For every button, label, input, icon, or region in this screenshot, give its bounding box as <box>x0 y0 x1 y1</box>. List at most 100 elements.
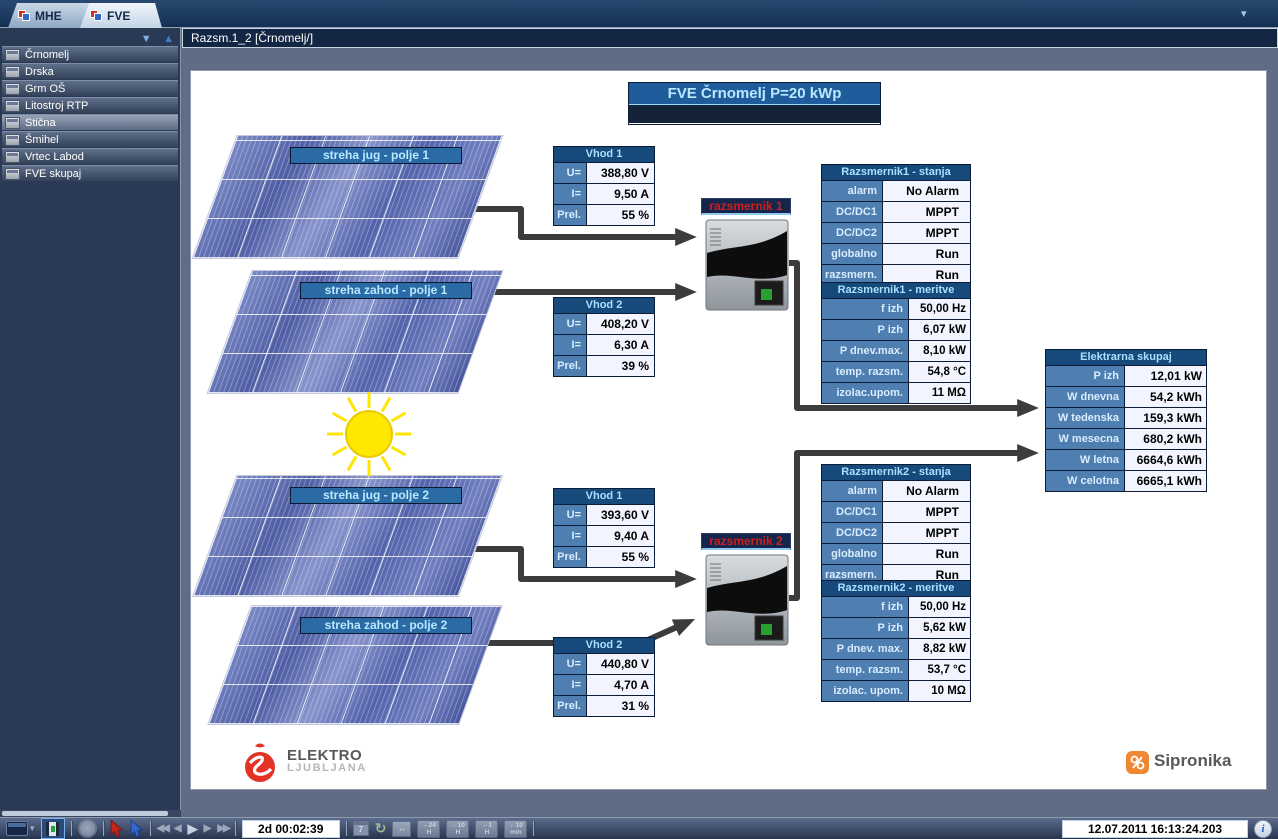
window-dropdown-icon[interactable]: ▾ <box>1241 7 1247 20</box>
history-prev-button[interactable]: ◀ <box>174 823 182 834</box>
panel-label-1: streha jug - polje 1 <box>290 147 462 164</box>
sidebar-item-fve-skupaj[interactable]: FVE skupaj <box>2 165 178 181</box>
row-value: 408,20 V <box>587 314 654 334</box>
scroll-up-icon[interactable]: ▲ <box>163 33 174 45</box>
step-back-10min-button[interactable]: ←10 min <box>504 820 527 838</box>
row-label: W letna <box>1046 450 1125 470</box>
row-label: P izh <box>822 618 909 638</box>
sipronika-logo-text: Sipronika <box>1154 751 1231 771</box>
history-rewind-button[interactable]: ◀◀ <box>157 823 168 834</box>
row-label: W celotna <box>1046 471 1125 491</box>
row-label: DC/DC1 <box>822 202 883 222</box>
animation-toggle-button[interactable] <box>41 818 65 839</box>
history-ffwd-button[interactable]: ▶▶ <box>217 823 228 834</box>
row-value: MPPT <box>883 202 970 222</box>
elektro-ljubljana-logo-icon <box>239 742 281 786</box>
screen-icon <box>5 168 20 180</box>
vhod1-table-inv1: Vhod 1 U=388,80 V I=9,50 A Prel.55 % <box>553 146 655 226</box>
row-value: Run <box>883 544 970 564</box>
vhod1-table-inv2: Vhod 1 U=393,60 V I=9,40 A Prel.55 % <box>553 488 655 568</box>
tab-label: MHE <box>35 9 62 23</box>
vhod2-table-inv1: Vhod 2 U=408,20 V I=6,30 A Prel.39 % <box>553 297 655 377</box>
row-value: 8,10 kW <box>909 341 970 361</box>
row-label: P dnev. max. <box>822 639 909 659</box>
toolbar-separator <box>235 821 236 836</box>
screen-icon <box>5 100 20 112</box>
clock-icon <box>78 819 97 838</box>
row-label: I= <box>554 526 587 546</box>
sidebar-item-litostroj-rtp[interactable]: Litostroj RTP <box>2 97 178 113</box>
row-value: 6,07 kW <box>909 320 970 340</box>
row-value: MPPT <box>883 223 970 243</box>
alarm-cursor-button[interactable] <box>110 820 124 837</box>
sidebar-hscrollbar[interactable] <box>0 810 181 817</box>
row-label: DC/DC2 <box>822 223 883 243</box>
toolbar-separator <box>533 821 534 836</box>
row-value: 55 % <box>587 205 654 225</box>
step-back-10h-button[interactable]: ←10 H <box>446 820 469 838</box>
select-cursor-button[interactable] <box>130 820 144 837</box>
step-button-bottom: min <box>510 829 522 836</box>
scroll-down-icon[interactable]: ▼ <box>141 33 152 45</box>
step-back-24h-button[interactable]: ←24 H <box>417 820 440 838</box>
sidebar-item-sticna[interactable]: Stična <box>2 114 178 130</box>
sidebar-item-smihel[interactable]: Šmihel <box>2 131 178 147</box>
row-label: izolac.upom. <box>822 383 909 403</box>
row-label: temp. razsm. <box>822 660 909 680</box>
row-value: 31 % <box>587 696 654 716</box>
toolbar-separator <box>150 821 151 836</box>
row-value: 440,80 V <box>587 654 654 674</box>
inverter-2-label: razsmernik 2 <box>701 533 791 550</box>
row-value: 12,01 kW <box>1125 366 1206 386</box>
row-label: W dnevna <box>1046 387 1125 407</box>
history-play-button[interactable]: ▶ <box>188 821 198 837</box>
row-label: Prel. <box>554 696 587 716</box>
toolbar-separator <box>71 821 72 836</box>
sidebar-item-grm-os[interactable]: Grm OŠ <box>2 80 178 96</box>
panel-label-4: streha zahod - polje 2 <box>300 617 472 634</box>
row-label: f izh <box>822 597 909 617</box>
row-value: 53,7 °C <box>909 660 970 680</box>
inverter1-measure-table: Razsmernik1 - meritve f izh50,00 Hz P iz… <box>821 282 971 404</box>
screens-menu-button[interactable]: ▾ <box>6 821 35 836</box>
tab-fve[interactable]: FVE <box>80 3 162 28</box>
screen-icon <box>5 49 20 61</box>
calendar-button[interactable]: 7 <box>353 821 369 836</box>
row-value: 680,2 kWh <box>1125 429 1206 449</box>
row-value: 54,8 °C <box>909 362 970 382</box>
table-title: Elektrarna skupaj <box>1046 350 1206 365</box>
sidebar-scroll-arrows: ▼ ▲ <box>0 28 180 45</box>
time-offset-field[interactable]: 2d 00:02:39 <box>242 820 340 838</box>
view-title: Razsm.1_2 [Črnomelj/] <box>191 31 313 45</box>
row-value: 388,80 V <box>587 163 654 183</box>
row-label: U= <box>554 654 587 674</box>
row-label: Prel. <box>554 547 587 567</box>
row-value: 9,40 A <box>587 526 654 546</box>
current-datetime-field[interactable]: 12.07.2011 16:13:24.203 <box>1062 820 1248 838</box>
sidebar-item-drska[interactable]: Drska <box>2 63 178 79</box>
screen-icon <box>5 151 20 163</box>
table-title: Vhod 1 <box>554 489 654 504</box>
scrollbar-thumb[interactable] <box>2 811 168 816</box>
history-next-button[interactable]: ▶ <box>204 823 212 834</box>
clock-mode-button[interactable] <box>78 819 97 838</box>
refresh-button[interactable]: ↻ <box>375 820 387 837</box>
sidebar-item-vrtec-labod[interactable]: Vrtec Labod <box>2 148 178 164</box>
sipronika-logo-icon <box>1126 751 1149 774</box>
step-back-1h-button[interactable]: ←1 H <box>475 820 498 838</box>
panel-label-2: streha zahod - polje 1 <box>300 282 472 299</box>
toolbar-separator <box>346 821 347 836</box>
info-button[interactable]: i <box>1254 820 1272 838</box>
inverter1-status-table: Razsmernik1 - stanja alarmNo Alarm DC/DC… <box>821 164 971 286</box>
inverter2-status-table: Razsmernik2 - stanja alarmNo Alarm DC/DC… <box>821 464 971 586</box>
chevron-down-icon: ▾ <box>30 823 35 834</box>
scale-settings-button[interactable]: ↔ <box>392 821 411 837</box>
tab-bar: MHE FVE ▾ <box>0 0 1278 28</box>
plant-total-table: Elektrarna skupaj P izh12,01 kW W dnevna… <box>1045 349 1207 492</box>
sidebar-item-crnomelj[interactable]: Črnomelj <box>2 46 178 62</box>
row-value: 54,2 kWh <box>1125 387 1206 407</box>
row-label: globalno <box>822 244 883 264</box>
table-title: Vhod 2 <box>554 298 654 313</box>
row-value: No Alarm <box>883 181 970 201</box>
step-button-bottom: H <box>485 829 490 836</box>
